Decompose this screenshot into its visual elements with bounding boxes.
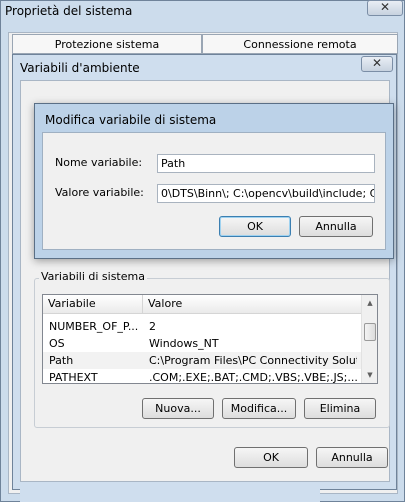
close-icon: ✕: [371, 56, 383, 70]
table-row[interactable]: OS Windows_NT: [43, 335, 361, 352]
row-variable-name: OS: [49, 337, 65, 350]
outer-close-button[interactable]: ✕: [367, 0, 403, 16]
column-header-variabile[interactable]: Variabile: [43, 295, 143, 313]
new-variable-button[interactable]: Nuova...: [142, 398, 214, 419]
row-variable-name: NUMBER_OF_P...: [49, 320, 139, 333]
variable-value-label: Valore variabile:: [55, 186, 144, 199]
tab-protezione-sistema[interactable]: Protezione sistema: [12, 34, 202, 54]
variable-value-input[interactable]: 0\DTS\Binn\; C:\opencv\build\include; C:…: [157, 184, 375, 203]
list-scrollbar[interactable]: ▲ ▼: [361, 295, 377, 383]
row-variable-value: 2: [149, 320, 156, 333]
edit-variable-button[interactable]: Modifica...: [222, 398, 296, 419]
system-variables-group-title: Variabili di sistema: [39, 270, 147, 284]
edit-variable-dialog-title: Modifica variabile di sistema: [45, 113, 217, 127]
column-header-valore[interactable]: Valore: [143, 295, 361, 313]
table-row[interactable]: NUMBER_OF_P... 2: [43, 318, 361, 335]
variable-name-label: Nome variabile:: [55, 156, 143, 169]
table-row[interactable]: Path C:\Program Files\PC Connectivity So…: [43, 352, 361, 369]
edit-cancel-button[interactable]: Annulla: [299, 216, 373, 237]
env-ok-button[interactable]: OK: [234, 447, 308, 468]
row-variable-value: C:\Program Files\PC Connectivity Soluti.…: [149, 354, 357, 367]
scroll-thumb[interactable]: [364, 323, 376, 341]
delete-variable-button[interactable]: Elimina: [304, 398, 376, 419]
row-variable-value: Windows_NT: [149, 337, 219, 350]
system-properties-title: Proprietà del sistema: [5, 4, 133, 18]
window-footer-strip: [20, 482, 320, 502]
env-close-button[interactable]: ✕: [361, 56, 393, 72]
list-header: Variabile Valore: [43, 295, 361, 314]
env-cancel-button[interactable]: Annulla: [316, 447, 388, 468]
edit-ok-button[interactable]: OK: [219, 216, 291, 237]
scroll-down-icon[interactable]: ▼: [362, 367, 377, 383]
row-variable-name: Path: [49, 354, 74, 367]
scroll-up-icon[interactable]: ▲: [362, 295, 377, 311]
system-variables-list[interactable]: Variabile Valore NUMBER_OF_P... 2 OS Win…: [42, 294, 378, 384]
table-row[interactable]: PATHEXT .COM;.EXE;.BAT;.CMD;.VBS;.VBE;.J…: [43, 369, 361, 384]
close-icon: ✕: [379, 0, 391, 14]
row-variable-value: .COM;.EXE;.BAT;.CMD;.VBS;.VBE;.JS;....: [149, 371, 357, 384]
env-variables-title: Variabili d'ambiente: [20, 61, 140, 75]
variable-name-input[interactable]: Path: [157, 154, 375, 173]
row-variable-name: PATHEXT: [49, 371, 98, 384]
tab-connessione-remota[interactable]: Connessione remota: [202, 34, 398, 54]
